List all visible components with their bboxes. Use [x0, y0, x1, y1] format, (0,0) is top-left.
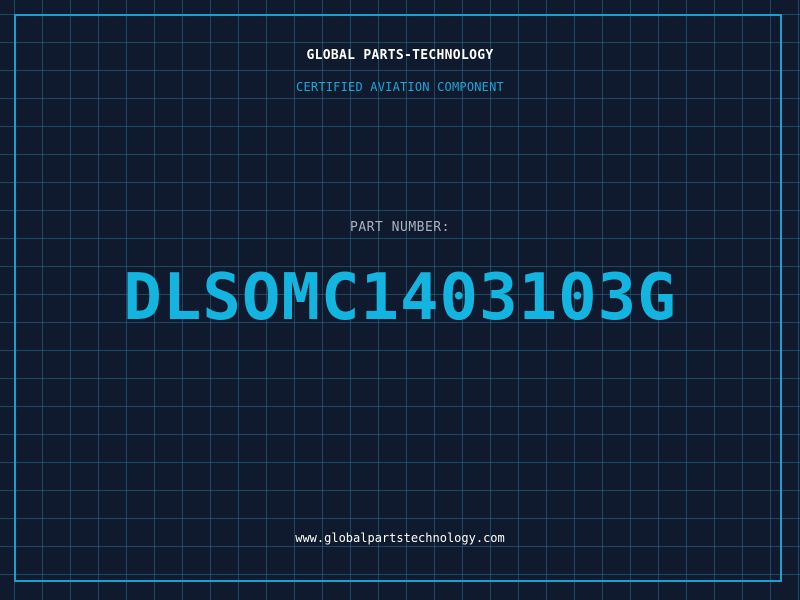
part-card: GLOBAL PARTS-TECHNOLOGY CERTIFIED AVIATI… [0, 0, 800, 600]
certification-subtitle: CERTIFIED AVIATION COMPONENT [296, 80, 504, 94]
brand-title: GLOBAL PARTS-TECHNOLOGY [306, 48, 494, 63]
part-number-label: PART NUMBER: [350, 220, 450, 235]
website-url: www.globalpartstechnology.com [295, 531, 505, 545]
part-number-value: DLSOMC1403103G [123, 261, 677, 335]
